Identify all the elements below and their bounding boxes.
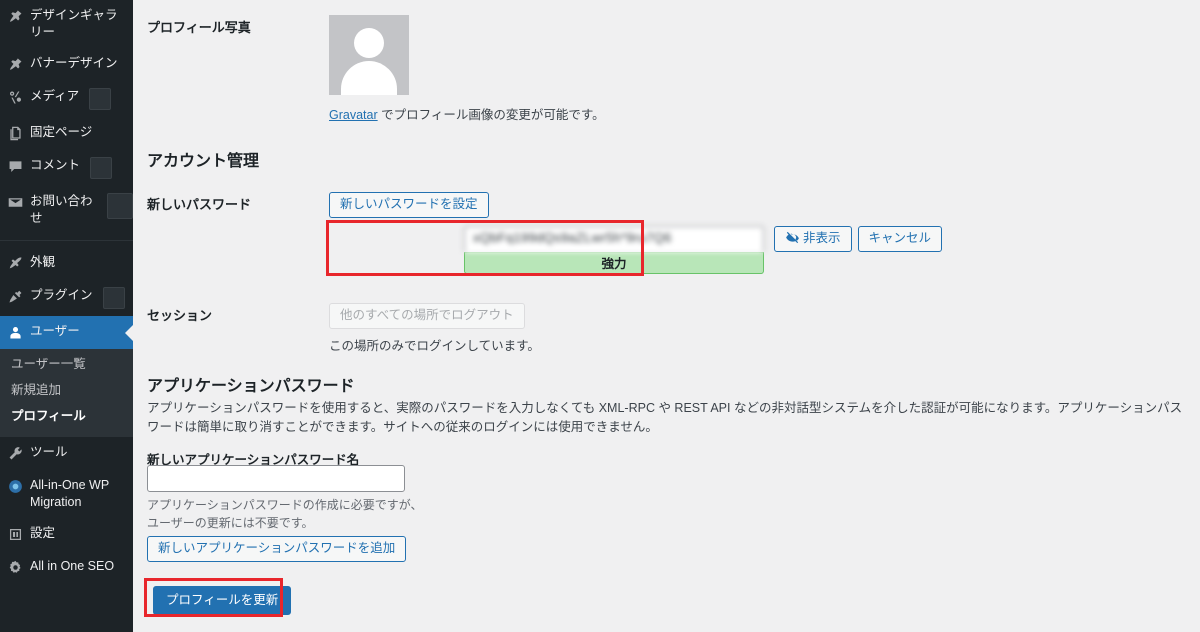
sidebar-subitem-user-list[interactable]: ユーザー一覧	[0, 351, 133, 377]
sidebar-item-label: プラグイン	[30, 288, 93, 302]
new-application-password-name-input[interactable]	[147, 465, 405, 492]
gravatar-link[interactable]: Gravatar	[329, 108, 378, 122]
sidebar-item-label: 固定ページ	[30, 125, 93, 139]
comment-icon	[0, 157, 30, 176]
profile-photo-content: Gravatar でプロフィール画像の変更が可能です。	[329, 15, 1047, 123]
session-note: この場所のみでログインしています。	[329, 339, 540, 353]
media-count-badge	[89, 88, 112, 110]
tools-icon	[0, 444, 30, 463]
gravatar-note-text: でプロフィール画像の変更が可能です。	[377, 108, 605, 122]
contact-count-badge	[107, 193, 133, 219]
active-arrow-icon	[125, 324, 133, 341]
application-passwords-description: アプリケーションパスワードを使用すると、実際のパスワードを入力しなくても XML…	[147, 401, 1183, 434]
logout-everywhere-button[interactable]: 他のすべての場所でログアウト	[329, 303, 525, 329]
pin-icon	[0, 55, 30, 74]
users-icon	[0, 323, 30, 342]
plugins-count-badge	[102, 287, 125, 309]
sidebar-item-label: デザインギャラリー	[30, 8, 118, 39]
add-new-application-password-button[interactable]: 新しいアプリケーションパスワードを追加	[147, 536, 407, 562]
password-action-buttons: 非表示 キャンセル	[774, 226, 943, 252]
media-icon	[0, 88, 30, 107]
sidebar-item-label: 外観	[30, 255, 56, 269]
sidebar-item-users[interactable]: ユーザー	[0, 316, 133, 349]
gravatar-note: Gravatar でプロフィール画像の変更が可能です。	[329, 104, 1047, 123]
migration-icon	[0, 477, 30, 496]
comments-count-badge	[90, 157, 113, 179]
profile-photo-label: プロフィール写真	[147, 20, 251, 35]
sidebar-item-pages[interactable]: 固定ページ	[0, 117, 133, 150]
users-submenu: ユーザー一覧 新規追加 プロフィール	[0, 349, 133, 437]
appearance-icon	[0, 254, 30, 273]
pin-icon	[0, 7, 30, 26]
profile-photo-row: プロフィール写真 Gravatar でプロフィール画像の変更が可能です。	[147, 15, 1047, 123]
avatar-body	[341, 61, 397, 95]
sidebar-item-label: All-in-One WP Migration	[30, 478, 109, 509]
sidebar-item-all-in-one-wp-migration[interactable]: All-in-One WP Migration	[0, 470, 133, 518]
sidebar-item-tools[interactable]: ツール	[0, 437, 133, 470]
password-field-column: xQbFq199dQs9aZLwr5h*9ru7Q6 強力	[464, 226, 764, 274]
sidebar-divider	[0, 240, 133, 241]
sidebar-item-plugins[interactable]: プラグイン	[0, 280, 133, 316]
pages-icon	[0, 124, 30, 143]
sidebar-item-design-gallery[interactable]: デザインギャラリー	[0, 0, 133, 48]
application-passwords-heading: アプリケーションパスワード	[147, 378, 355, 395]
sidebar-item-label: お問い合わせ	[30, 194, 93, 225]
sidebar-item-label: ユーザー	[30, 324, 80, 338]
account-management-heading: アカウント管理	[147, 153, 260, 170]
sessions-label: セッション	[147, 308, 213, 323]
sidebar-item-label: バナーデザイン	[30, 56, 118, 70]
sidebar-item-media[interactable]: メディア	[0, 81, 133, 117]
main-content: プロフィール写真 Gravatar でプロフィール画像の変更が可能です。 アカウ…	[133, 0, 1200, 632]
application-password-help-line-2: ユーザーの更新には不要です。	[147, 516, 314, 530]
sidebar-subitem-profile[interactable]: プロフィール	[0, 403, 133, 429]
sidebar-item-label: ツール	[30, 445, 68, 459]
sidebar-item-label: メディア	[30, 89, 80, 103]
avatar-head	[354, 28, 384, 58]
sidebar-item-label: コメント	[30, 158, 81, 172]
sidebar-item-label: All in One SEO	[30, 559, 115, 573]
sidebar-item-all-in-one-seo[interactable]: All in One SEO	[0, 551, 133, 584]
plugin-icon	[0, 287, 30, 306]
avatar	[329, 15, 409, 95]
set-new-password-button[interactable]: 新しいパスワードを設定	[329, 192, 489, 218]
sessions-row: セッション 他のすべての場所でログアウト この場所のみでログインしています。	[147, 303, 1047, 354]
sessions-content: 他のすべての場所でログアウト この場所のみでログインしています。	[329, 303, 1047, 354]
update-profile-button[interactable]: プロフィールを更新	[153, 586, 292, 615]
sidebar-item-appearance[interactable]: 外観	[0, 247, 133, 280]
cancel-password-button[interactable]: キャンセル	[857, 226, 943, 252]
password-entry-group: xQbFq199dQs9aZLwr5h*9ru7Q6 強力 非表示 キャンセル	[464, 226, 943, 274]
new-password-row: 新しいパスワード 新しいパスワードを設定	[147, 192, 1047, 218]
new-password-content: 新しいパスワードを設定	[329, 192, 1047, 218]
settings-icon	[0, 525, 30, 544]
sidebar-subitem-add-new[interactable]: 新規追加	[0, 377, 133, 403]
hide-password-button[interactable]: 非表示	[774, 226, 852, 252]
hide-password-label: 非表示	[803, 231, 841, 245]
sidebar-item-comments[interactable]: コメント	[0, 150, 133, 186]
eye-slash-icon	[786, 231, 799, 244]
sidebar-item-banner-design[interactable]: バナーデザイン	[0, 48, 133, 81]
seo-gear-icon	[0, 558, 30, 577]
sidebar-item-settings[interactable]: 設定	[0, 518, 133, 551]
sidebar-item-label: 設定	[30, 526, 56, 540]
sidebar-item-contact[interactable]: お問い合わせ	[0, 186, 133, 234]
admin-sidebar: デザインギャラリー バナーデザイン メディア 固定ページ コメント お問い合わせ	[0, 0, 133, 632]
application-password-help-line-1: アプリケーションパスワードの作成に必要ですが、	[147, 498, 423, 512]
password-input[interactable]: xQbFq199dQs9aZLwr5h*9ru7Q6	[464, 226, 764, 252]
mail-icon	[0, 193, 30, 212]
password-strength-indicator: 強力	[464, 252, 764, 274]
new-password-label: 新しいパスワード	[147, 197, 252, 212]
